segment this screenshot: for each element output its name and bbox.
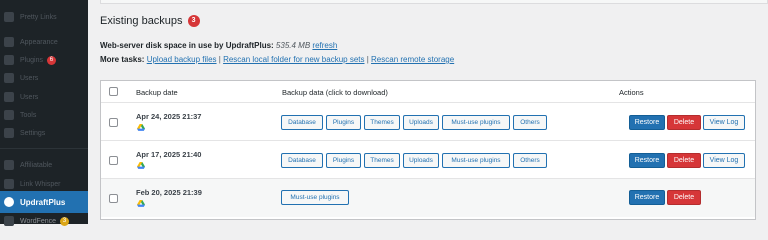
sidebar-item-settings[interactable]: Settings [0,122,88,144]
row-checkbox[interactable] [109,194,118,203]
download-uploads-button[interactable]: Uploads [403,153,439,168]
col-backup-data: Backup data (click to download) [282,88,388,97]
sliders-icon [4,128,14,138]
wordfence-badge: 3 [60,216,70,226]
google-drive-icon [137,124,145,131]
disk-usage-value: 535.4 MB [275,41,311,50]
sidebar-item-label: Plugins [20,56,43,64]
table-row: Apr 17, 2025 21:40 Database Plugins Them… [101,141,755,179]
tag-icon [4,160,14,170]
delete-button[interactable]: Delete [667,115,701,130]
col-backup-date: Backup date [136,88,178,97]
link-icon [4,12,14,22]
section-heading: Existing backups 3 [100,15,200,27]
rescan-local-folder-link[interactable]: Rescan local folder for new backup sets [223,55,364,64]
sidebar-item-label: Affiliatable [20,161,53,169]
backup-date: Feb 20, 2025 21:39 [136,188,202,197]
sidebar-item-label: Tools [20,111,37,119]
sidebar-item-label: UpdraftPlus [20,197,66,207]
select-all-checkbox[interactable] [109,87,118,96]
download-database-button[interactable]: Database [281,153,323,168]
table-row: Apr 24, 2025 21:37 Database Plugins Them… [101,103,755,141]
view-log-button[interactable]: View Log [703,115,745,130]
download-plugins-button[interactable]: Plugins [326,115,361,130]
download-plugins-button[interactable]: Plugins [326,153,361,168]
brush-icon [4,37,14,47]
plug-icon [4,55,14,65]
download-mu-plugins-button[interactable]: Must-use plugins [281,190,349,205]
download-mu-plugins-button[interactable]: Must-use plugins [442,153,510,168]
table-row: Feb 20, 2025 21:39 Must-use plugins Rest… [101,179,755,217]
backup-date: Apr 17, 2025 21:40 [136,150,202,159]
updraft-icon [4,197,14,207]
download-others-button[interactable]: Others [513,153,547,168]
more-tasks-label: More tasks: [100,55,145,64]
sidebar-item-wordfence[interactable]: WordFence 3 [0,210,88,232]
separator: | [218,55,221,64]
row-checkbox[interactable] [109,156,118,165]
shield-icon [4,216,14,226]
google-drive-icon [137,162,145,169]
previous-panel-edge [100,0,768,4]
wrench-icon [4,110,14,120]
sidebar-item-pretty-links[interactable]: Pretty Links [0,6,88,28]
admin-sidebar: Pretty Links Appearance Plugins 6 Users … [0,0,88,226]
more-tasks-line: More tasks: Upload backup files | Rescan… [100,55,454,64]
disk-usage-label: Web-server disk space in use by UpdraftP… [100,41,274,50]
upload-backup-files-link[interactable]: Upload backup files [147,55,217,64]
download-themes-button[interactable]: Themes [364,115,400,130]
download-database-button[interactable]: Database [281,115,323,130]
user-icon [4,92,14,102]
disk-usage-line: Web-server disk space in use by UpdraftP… [100,41,337,50]
restore-button[interactable]: Restore [629,153,665,168]
google-drive-icon [137,200,145,207]
sidebar-item-label: Users [20,93,39,101]
sidebar-divider [0,148,88,149]
backups-table: Backup date Backup data (click to downlo… [100,80,756,220]
download-uploads-button[interactable]: Uploads [403,115,439,130]
row-checkbox[interactable] [109,118,118,127]
backup-date: Apr 24, 2025 21:37 [136,112,202,121]
download-others-button[interactable]: Others [513,115,547,130]
rescan-remote-storage-link[interactable]: Rescan remote storage [371,55,454,64]
sidebar-item-label: Appearance [20,38,58,46]
separator: | [366,55,369,64]
restore-button[interactable]: Restore [629,115,665,130]
delete-button[interactable]: Delete [667,190,701,205]
download-themes-button[interactable]: Themes [364,153,400,168]
sidebar-item-label: Users [20,74,39,82]
page-title: Existing backups [100,15,183,27]
backup-count-badge: 3 [187,15,200,27]
download-mu-plugins-button[interactable]: Must-use plugins [442,115,510,130]
sidebar-item-label: WordFence [20,217,57,225]
table-header: Backup date Backup data (click to downlo… [101,81,755,103]
sidebar-item-label: Settings [20,129,46,137]
main-content: Existing backups 3 Web-server disk space… [88,0,768,224]
chain-icon [4,179,14,189]
col-actions: Actions [619,88,644,97]
view-log-button[interactable]: View Log [703,153,745,168]
plugins-update-badge: 6 [46,55,56,65]
restore-button[interactable]: Restore [629,190,665,205]
users-icon [4,73,14,83]
sidebar-item-label: Link Whisper [20,180,61,188]
sidebar-item-label: Pretty Links [20,13,57,21]
refresh-link[interactable]: refresh [312,41,337,50]
delete-button[interactable]: Delete [667,153,701,168]
